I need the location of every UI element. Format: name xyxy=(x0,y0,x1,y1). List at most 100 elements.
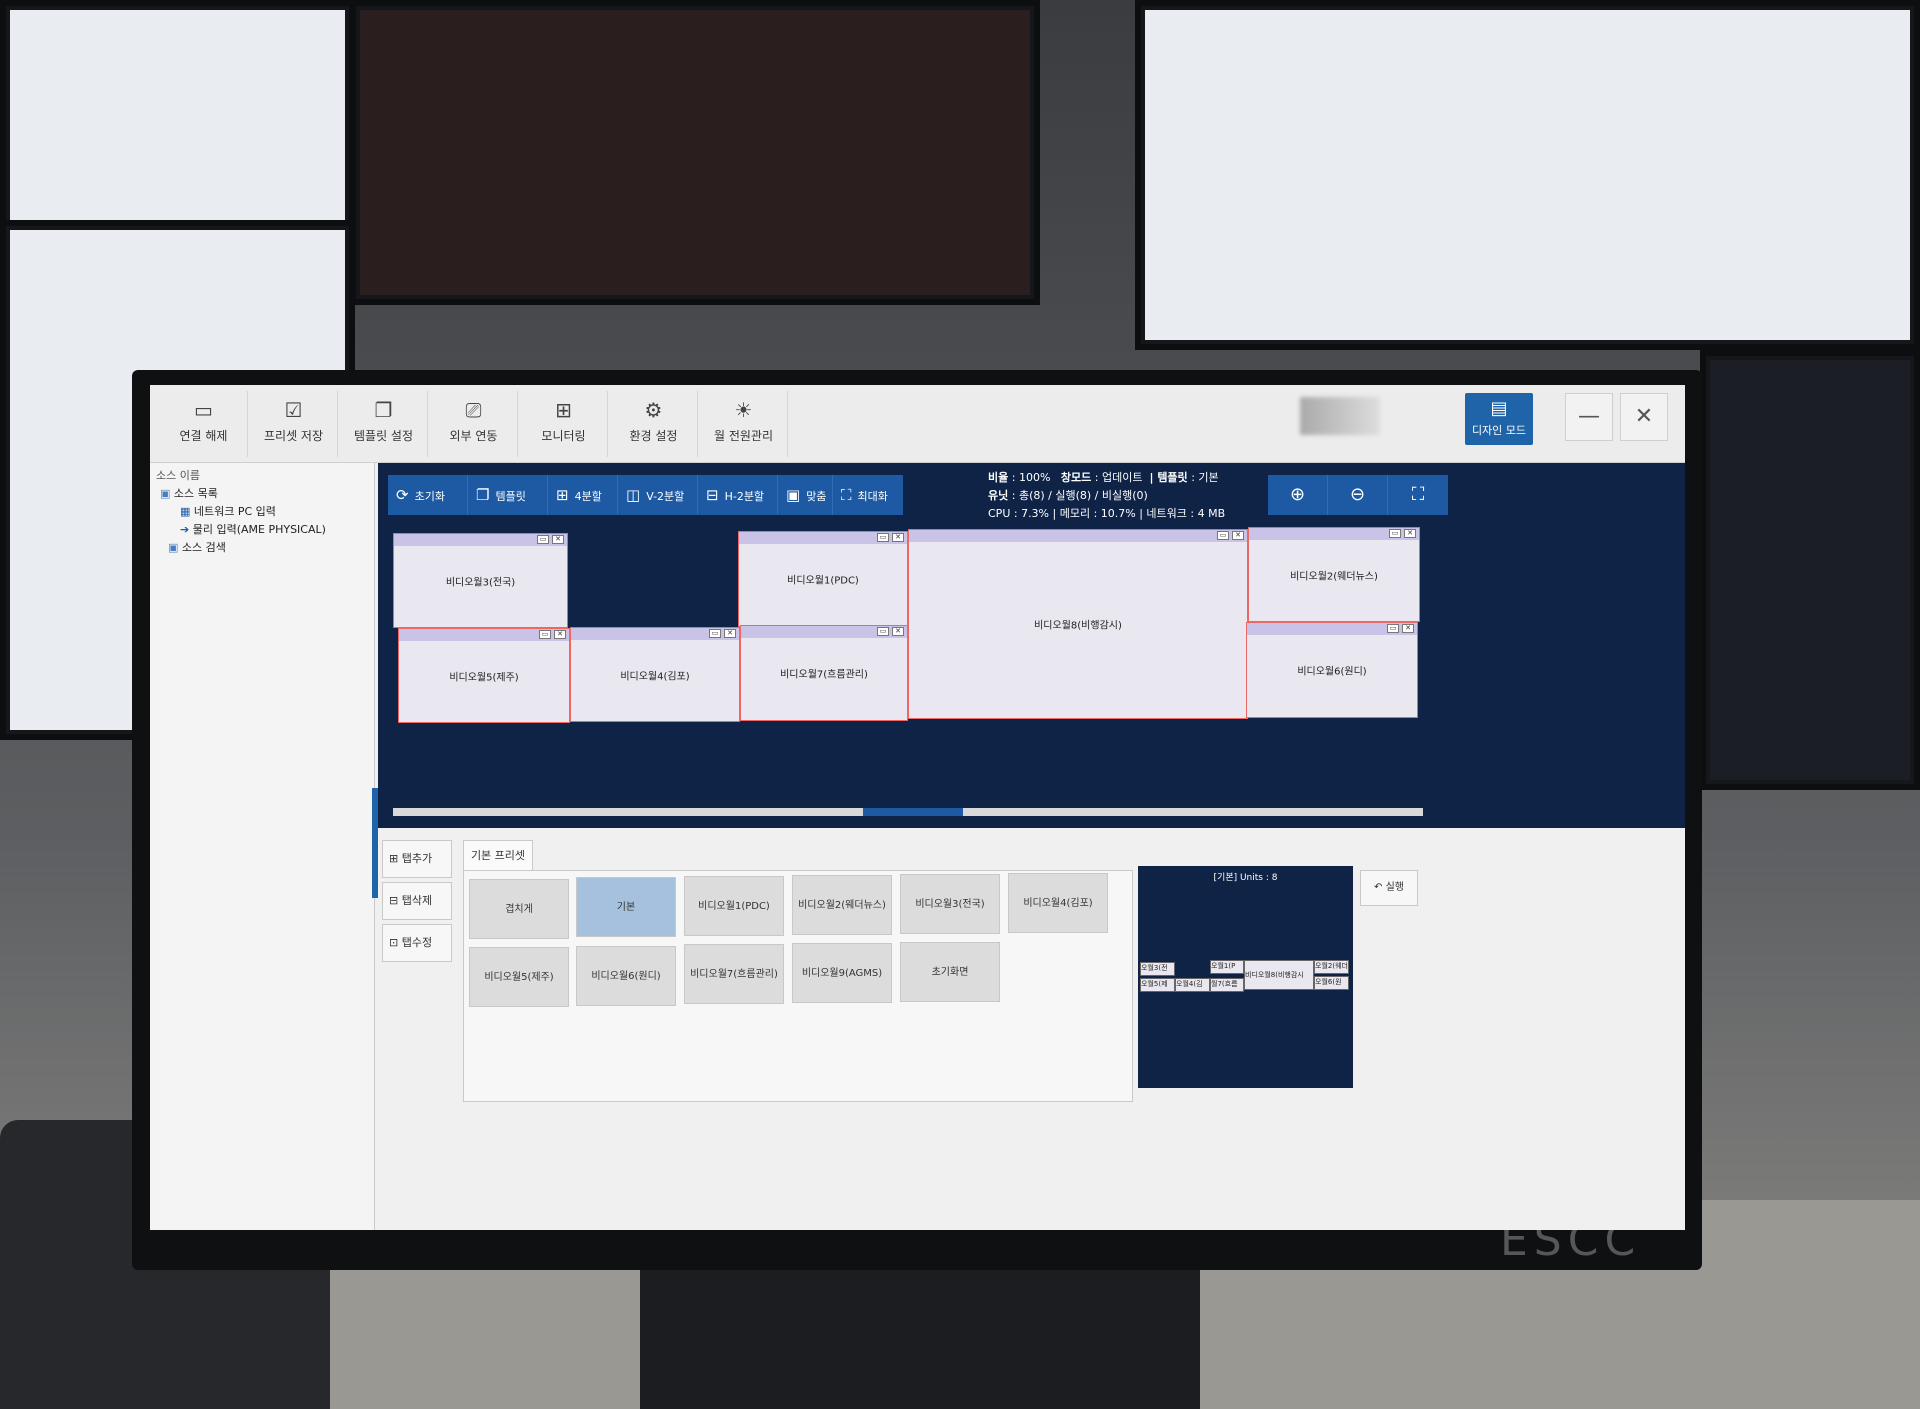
wall-window[interactable]: ▭ ✕ 비디오월5(제주) xyxy=(398,628,570,723)
top-toolbar: ▭ 연결 해제 ☑ 프리셋 저장 ❐ 템플릿 설정 ⎚ 외부 연동 ⊞ 모니터링 ⚙ 환경 … xyxy=(150,385,1685,463)
preset-button[interactable]: 비디오월1(PDC) xyxy=(684,876,784,936)
window-restore-icon[interactable]: ▭ xyxy=(877,533,889,542)
settings-button[interactable]: ⚙ 환경 설정 xyxy=(610,391,698,457)
tree-item-search[interactable]: ▣ 소스 검색 xyxy=(168,539,226,555)
wall-window[interactable]: ▭ ✕ 비디오월7(흐름관리) xyxy=(740,625,908,721)
wall-window[interactable]: ▭ ✕ 비디오월2(웨더뉴스) xyxy=(1248,527,1420,622)
wall-power-button[interactable]: ☀ 월 전원관리 xyxy=(700,391,788,457)
tree-item-network-pc[interactable]: ▦ 네트워크 PC 입력 xyxy=(180,503,276,519)
window-close-icon[interactable]: ✕ xyxy=(892,627,904,636)
maximize-button[interactable]: ⛶ 최대화 xyxy=(833,475,903,515)
window-restore-icon[interactable]: ▭ xyxy=(1217,531,1229,540)
wall-window[interactable]: ▭ ✕ 비디오월6(원디) xyxy=(1246,622,1418,718)
preview-cell: 오월3(전 xyxy=(1140,962,1175,976)
network-icon: ▦ xyxy=(180,505,194,518)
template-settings-button[interactable]: ❐ 템플릿 설정 xyxy=(340,391,428,457)
fullscreen-button[interactable]: ⛶ xyxy=(1388,475,1448,515)
wall-window[interactable]: ▭ ✕ 비디오월4(김포) xyxy=(570,627,740,722)
preset-button-selected[interactable]: 기본 xyxy=(576,877,676,937)
power-icon: ☀ xyxy=(734,398,753,422)
preset-button[interactable]: 비디오월6(원디) xyxy=(576,946,676,1006)
preset-save-button[interactable]: ☑ 프리셋 저장 xyxy=(250,391,338,457)
preview-cell: 월7(흐름 xyxy=(1210,978,1244,992)
template-icon: ❐ xyxy=(374,398,393,422)
horizontal-scrollbar[interactable] xyxy=(393,808,1423,816)
window-close-icon[interactable]: ✕ xyxy=(1404,529,1416,538)
wall-window[interactable]: ▭ ✕ 비디오월1(PDC) xyxy=(738,531,908,627)
preset-button[interactable]: 비디오월5(제주) xyxy=(469,947,569,1007)
edit-tab-button[interactable]: ⊡ 탭수정 xyxy=(382,924,452,962)
design-mode-button[interactable]: ▤ 디자인 모드 xyxy=(1465,393,1533,445)
window-close-icon[interactable]: ✕ xyxy=(892,533,904,542)
source-tree: 소스 이름 ▣ 소스 목록 ▦ 네트워크 PC 입력 ➔ 물리 입력(AME P… xyxy=(150,463,378,1230)
wall-window[interactable]: ▭ ✕ 비디오월8(비행감시) xyxy=(908,529,1248,719)
h-split-button[interactable]: ⊟ H-2분할 xyxy=(698,475,778,515)
tab-basic-preset[interactable]: 기본 프리셋 xyxy=(463,840,533,870)
background-monitor-map xyxy=(1700,350,1920,790)
tree-item-root[interactable]: ▣ 소스 목록 xyxy=(160,485,218,501)
zoom-in-button[interactable]: ⊕ xyxy=(1268,475,1328,515)
status-panel: 비율 : 100% 창모드 : 업데이트 | 템플릿 : 기본 유닛 : 총(8… xyxy=(988,469,1225,523)
window-restore-icon[interactable]: ▭ xyxy=(877,627,889,636)
preset-button[interactable]: 비디오월2(웨더뉴스) xyxy=(792,875,892,935)
window-restore-icon[interactable]: ▭ xyxy=(1387,624,1399,633)
performance-readout: CPU : 7.3% | 메모리 : 10.7% | 네트워크 : 4 MB xyxy=(988,507,1226,520)
run-button[interactable]: ↶ 실행 xyxy=(1360,870,1418,906)
disconnect-button[interactable]: ▭ 연결 해제 xyxy=(160,391,248,457)
window-close-icon[interactable]: ✕ xyxy=(1232,531,1244,540)
h-split-icon: ⊟ xyxy=(706,486,719,504)
tree-item-physical-input[interactable]: ➔ 물리 입력(AME PHYSICAL) xyxy=(180,521,326,537)
preset-button[interactable]: 초기화면 xyxy=(900,942,1000,1002)
window-close-icon[interactable]: ✕ xyxy=(724,629,736,638)
zoom-out-button[interactable]: ⊖ xyxy=(1328,475,1388,515)
preset-button[interactable]: 비디오월4(김포) xyxy=(1008,873,1108,933)
external-link-icon: ⎚ xyxy=(465,398,482,422)
template-button[interactable]: ❐ 템플릿 xyxy=(468,475,548,515)
scrollbar-thumb[interactable] xyxy=(863,808,963,816)
add-tab-icon: ⊞ xyxy=(389,852,402,865)
wall-canvas[interactable]: ▭ ✕ 비디오월3(전국) ▭ ✕ 비디오월1(PDC) ▭ ✕ 비디오월8(비행감시) ▭… xyxy=(393,527,1423,793)
blurred-logo xyxy=(1300,397,1380,435)
preset-button[interactable]: 비디오월7(흐름관리) xyxy=(684,944,784,1004)
monitor-stand xyxy=(640,1260,1200,1409)
preset-button[interactable]: 겹치게 xyxy=(469,879,569,939)
preview-cell: 오월4(김 xyxy=(1175,978,1210,992)
preset-grid: 겹치게 기본 비디오월1(PDC) 비디오월2(웨더뉴스) 비디오월3(전국) … xyxy=(463,870,1133,1102)
input-arrow-icon: ➔ xyxy=(180,523,193,536)
template-icon: ❐ xyxy=(476,486,490,504)
zoom-controls: ⊕ ⊖ ⛶ xyxy=(1268,475,1448,515)
tree-header: 소스 이름 xyxy=(156,469,200,482)
window-restore-icon[interactable]: ▭ xyxy=(1389,529,1401,538)
folder-icon: ▣ xyxy=(168,541,182,554)
quad-split-button[interactable]: ⊞ 4분할 xyxy=(548,475,618,515)
window-close-icon[interactable]: ✕ xyxy=(554,630,566,639)
wall-window[interactable]: ▭ ✕ 비디오월3(전국) xyxy=(393,533,568,628)
window-close-icon[interactable]: ✕ xyxy=(552,535,564,544)
reset-button[interactable]: ⟳ 초기화 xyxy=(388,475,468,515)
external-link-button[interactable]: ⎚ 외부 연동 xyxy=(430,391,518,457)
quad-split-icon: ⊞ xyxy=(556,486,569,504)
add-tab-button[interactable]: ⊞ 탭추가 xyxy=(382,840,452,878)
folder-icon: ▣ xyxy=(160,487,174,500)
v-split-icon: ◫ xyxy=(626,486,641,504)
window-restore-icon[interactable]: ▭ xyxy=(709,629,721,638)
preview-cell: 오월5(제 xyxy=(1140,978,1175,992)
preset-button[interactable]: 비디오월9(AGMS) xyxy=(792,943,892,1003)
preview-cell: 오월1(P xyxy=(1210,960,1244,974)
minimize-button[interactable]: — xyxy=(1565,393,1613,441)
layout-preview: [기본] Units : 8 오월3(전 오월1(P 비디오월8(비행감시 오월… xyxy=(1138,866,1353,1088)
v-split-button[interactable]: ◫ V-2분할 xyxy=(618,475,698,515)
window-restore-icon[interactable]: ▭ xyxy=(537,535,549,544)
delete-tab-button[interactable]: ⊟ 탭삭제 xyxy=(382,882,452,920)
background-monitor-right xyxy=(1135,0,1920,350)
window-close-icon[interactable]: ✕ xyxy=(1402,624,1414,633)
window-restore-icon[interactable]: ▭ xyxy=(539,630,551,639)
preview-cell: 비디오월8(비행감시 xyxy=(1244,960,1314,990)
monitoring-button[interactable]: ⊞ 모니터링 xyxy=(520,391,608,457)
preset-button[interactable]: 비디오월3(전국) xyxy=(900,874,1000,934)
videowall-app: ▭ 연결 해제 ☑ 프리셋 저장 ❐ 템플릿 설정 ⎚ 외부 연동 ⊞ 모니터링 ⚙ 환경 … xyxy=(150,385,1685,1230)
maximize-icon: ⛶ xyxy=(841,486,852,504)
close-button[interactable]: ✕ xyxy=(1620,393,1668,441)
fit-button[interactable]: ▣ 맞춤 xyxy=(778,475,833,515)
wall-editor: ⟳ 초기화 ❐ 템플릿 ⊞ 4분할 ◫ V-2분할 ⊟ H-2분할 ▣ 맞춤 ⛶ 최대화 비율… xyxy=(378,463,1685,828)
